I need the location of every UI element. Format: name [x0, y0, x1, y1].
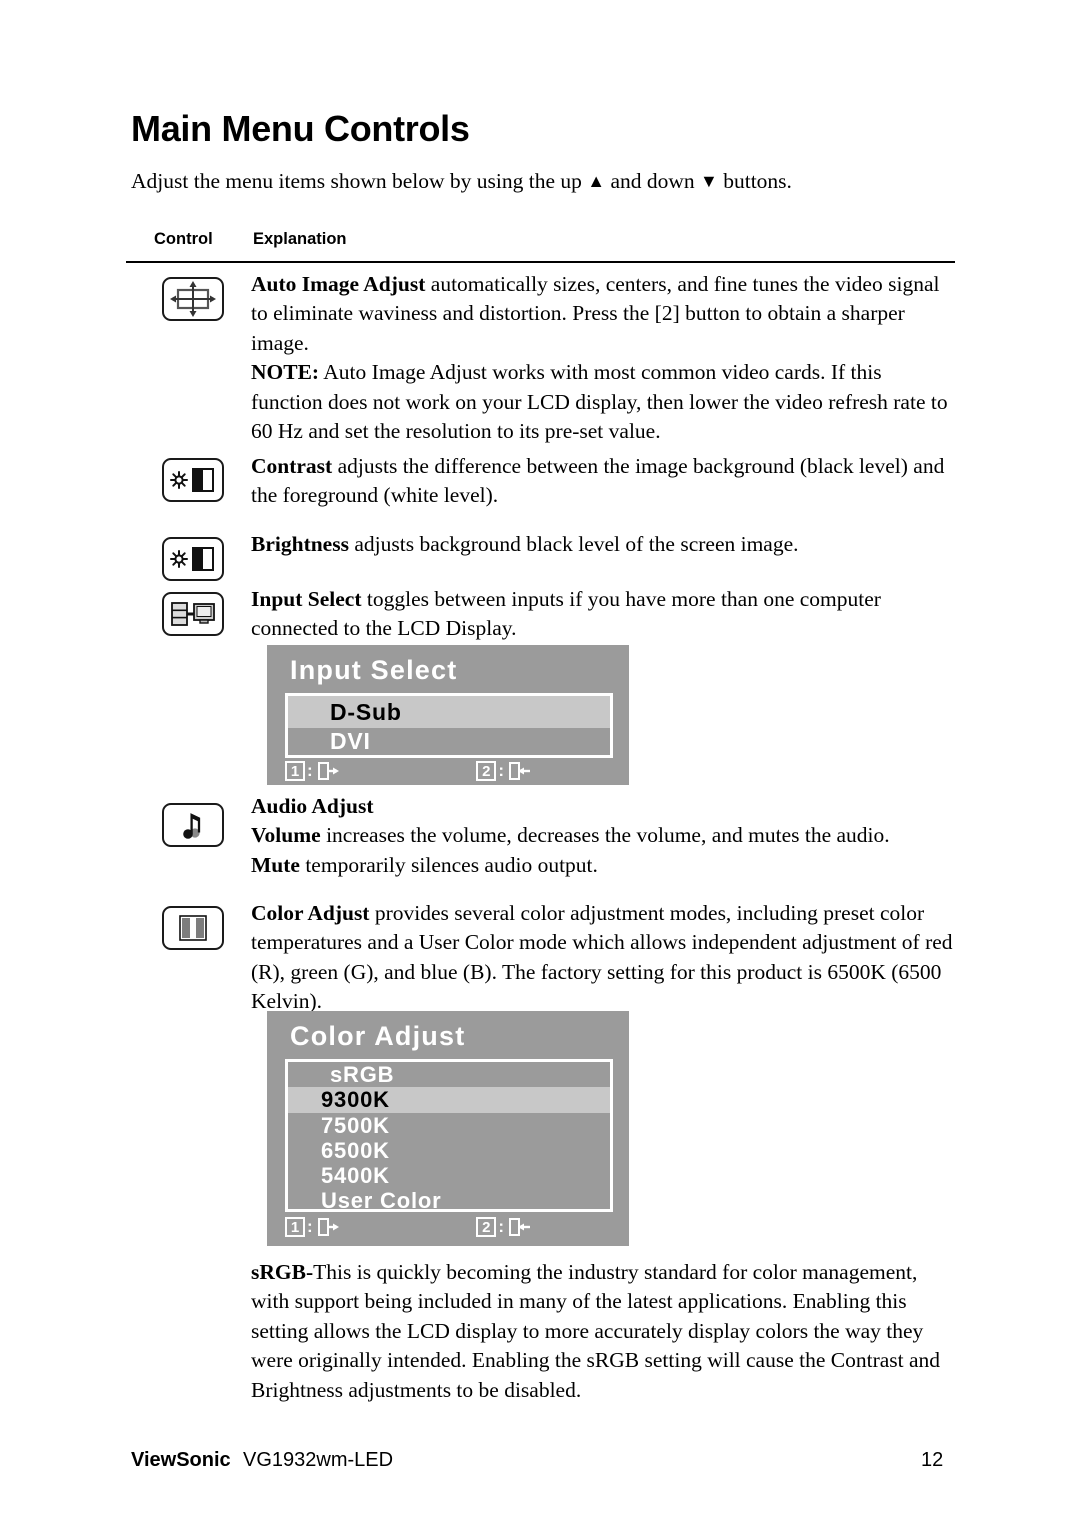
osd-color-adjust-list: sRGB 9300K 7500K 6500K 5400K User Color: [285, 1059, 613, 1212]
osd-item-d-sub[interactable]: D-Sub: [288, 696, 610, 728]
up-arrow-icon: ▲: [587, 171, 606, 191]
exit-arrow-icon: [317, 1218, 339, 1236]
osd-item-7500k[interactable]: 7500K: [288, 1113, 610, 1138]
mute-text: temporarily silences audio output.: [299, 852, 598, 877]
color-adjust-description: Color Adjust provides several color adju…: [251, 899, 957, 1017]
osd-color-adjust-footer: 1 : 2 :: [285, 1214, 613, 1240]
osd-item-6500k[interactable]: 6500K: [288, 1138, 610, 1163]
osd-key-2[interactable]: 2: [476, 1217, 497, 1237]
srgb-text: This is quickly becoming the industry st…: [251, 1260, 941, 1402]
osd-key-1-separator: :: [307, 1217, 313, 1236]
volume-text: increases the volume, decreases the volu…: [320, 823, 890, 848]
intro-text-before: Adjust the menu items shown below by usi…: [131, 169, 588, 193]
music-note-glyph: [183, 813, 201, 839]
osd-input-select-title: Input Select: [290, 655, 458, 685]
auto-image-adjust-note-term: NOTE:: [251, 360, 320, 385]
osd-input-select-footer: 1 : 2 :: [285, 758, 613, 784]
osd-key-1[interactable]: 1: [285, 1217, 305, 1237]
color-adjust-term: Color Adjust: [251, 901, 370, 925]
osd-key-2-separator: :: [498, 1217, 504, 1236]
header-divider: [126, 261, 955, 263]
footer-model: VG1932wm-LED: [243, 1449, 394, 1471]
osd-key-1[interactable]: 1: [285, 761, 305, 781]
osd-item-user-color[interactable]: User Color: [288, 1188, 610, 1209]
brightness-text: adjusts background black level of the sc…: [348, 532, 799, 556]
osd-input-select-list: D-Sub DVI: [285, 693, 613, 758]
brightness-icon: [162, 537, 224, 581]
exit-arrow-icon: [317, 762, 339, 780]
enter-arrow-icon: [509, 1218, 530, 1236]
osd-color-adjust: Color Adjust sRGB 9300K 7500K 6500K 5400…: [267, 1011, 629, 1246]
contrast-text: adjusts the difference between the image…: [251, 454, 945, 508]
srgb-term: sRGB-: [251, 1260, 314, 1284]
osd-item-dvi[interactable]: DVI: [288, 728, 610, 755]
srgb-paragraph: sRGB-This is quickly becoming the indust…: [251, 1258, 957, 1405]
osd-key-2-separator: :: [498, 761, 504, 780]
audio-adjust-heading: Audio Adjust: [251, 794, 374, 818]
intro-text-middle: and down: [605, 169, 701, 193]
contrast-glyph: [170, 468, 214, 492]
brightness-description: Brightness adjusts background black leve…: [251, 530, 957, 559]
osd-item-5400k[interactable]: 5400K: [288, 1163, 610, 1188]
contrast-term: Contrast: [251, 454, 333, 478]
audio-adjust-icon: [162, 803, 224, 847]
auto-image-adjust-icon: [162, 277, 224, 321]
footer-brand: ViewSonic: [131, 1449, 231, 1471]
osd-item-9300k[interactable]: 9300K: [288, 1087, 610, 1113]
audio-adjust-description: Audio Adjust Volume increases the volume…: [251, 792, 957, 880]
enter-arrow-icon: [509, 762, 530, 780]
column-header-explanation: Explanation: [253, 230, 347, 248]
color-adjust-icon: [162, 906, 224, 950]
intro-text-after: buttons.: [717, 169, 792, 193]
auto-image-adjust-note-text: Auto Image Adjust works with most common…: [251, 360, 948, 444]
brightness-term: Brightness: [251, 532, 349, 556]
auto-image-adjust-description: Auto Image Adjust automatically sizes, c…: [251, 270, 957, 446]
osd-key-2[interactable]: 2: [476, 761, 497, 781]
brightness-glyph: [170, 547, 214, 571]
auto-image-adjust-term: Auto Image Adjust: [251, 272, 426, 296]
input-select-term: Input Select: [251, 587, 362, 611]
page-title: Main Menu Controls: [131, 108, 470, 149]
auto-image-adjust-glyph: [170, 281, 216, 317]
footer-page-number: 12: [921, 1449, 944, 1471]
intro-paragraph: Adjust the menu items shown below by usi…: [131, 168, 792, 194]
osd-key-1-separator: :: [307, 761, 313, 780]
input-select-glyph: [171, 602, 215, 626]
volume-term: Volume: [251, 823, 321, 848]
mute-term: Mute: [251, 852, 300, 877]
input-select-icon: [162, 592, 224, 636]
contrast-icon: [162, 458, 224, 502]
osd-item-srgb[interactable]: sRGB: [288, 1062, 610, 1087]
manual-page: Main Menu Controls Adjust the menu items…: [0, 0, 1080, 1527]
osd-input-select: Input Select D-Sub DVI 1 : 2 :: [267, 645, 629, 785]
column-header-control: Control: [154, 230, 213, 248]
contrast-description: Contrast adjusts the difference between …: [251, 452, 957, 511]
input-select-description: Input Select toggles between inputs if y…: [251, 585, 957, 644]
osd-color-adjust-title: Color Adjust: [290, 1021, 466, 1051]
color-adjust-glyph: [179, 915, 207, 941]
down-arrow-icon: ▼: [700, 171, 718, 191]
